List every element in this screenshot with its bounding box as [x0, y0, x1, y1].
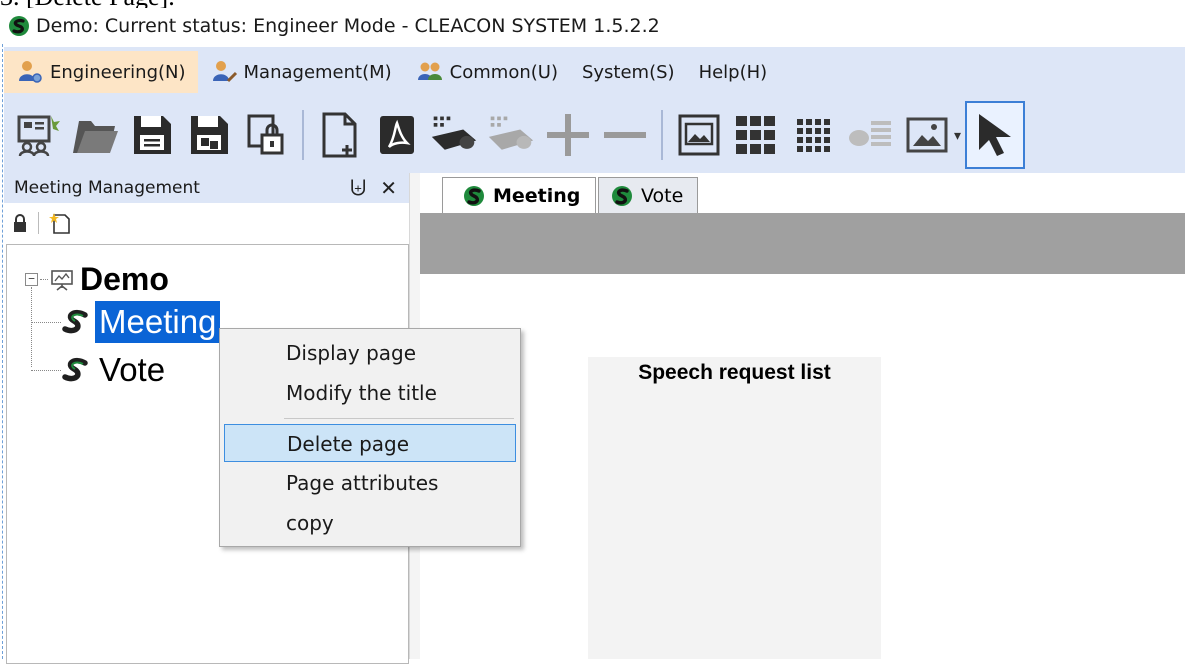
toolbar-separator — [302, 110, 304, 160]
projector-disabled-icon — [488, 116, 534, 150]
tree-connector — [31, 287, 32, 367]
cleacon-s-logo-icon — [9, 16, 29, 36]
cleacon-s-logo-icon — [612, 185, 632, 206]
menu-item-delete-page[interactable]: Delete page — [224, 424, 516, 462]
menu-common[interactable]: Common(U) — [404, 51, 570, 93]
grid-3x3-button[interactable] — [732, 108, 780, 162]
speech-request-list-panel[interactable]: Speech request list — [588, 357, 881, 659]
image-frame-icon — [678, 114, 720, 156]
border-guide — [2, 44, 3, 659]
grid-3x3-icon — [736, 116, 775, 154]
panel-toolbar — [4, 203, 411, 243]
menu-item-copy[interactable]: copy — [224, 504, 516, 542]
menu-bar: Engineering(N) Management(M) Common(U) S… — [4, 47, 1185, 97]
menu-label: Common(U) — [449, 61, 558, 83]
id-list-button[interactable] — [846, 108, 894, 162]
menu-item-modify-title[interactable]: Modify the title — [224, 374, 516, 412]
close-icon[interactable]: ✕ — [380, 176, 397, 201]
new-document-icon[interactable] — [49, 211, 71, 235]
projector-disabled-button[interactable] — [487, 108, 535, 162]
cleacon-s-logo-icon — [62, 357, 88, 382]
menu-label: Help(H) — [698, 61, 768, 83]
pdf-button[interactable] — [373, 108, 421, 162]
menu-label: Management(M) — [243, 61, 392, 83]
tab-label: Meeting — [493, 184, 581, 207]
tree-item-vote[interactable]: Vote — [61, 349, 169, 391]
conference-layout-icon — [17, 115, 60, 157]
panel-title: Meeting Management — [14, 178, 200, 198]
image-icon — [906, 117, 948, 153]
menu-label: Engineering(N) — [50, 61, 186, 83]
add-button[interactable] — [544, 108, 592, 162]
tab-meeting[interactable]: Meeting — [442, 177, 596, 213]
minus-icon — [604, 132, 646, 138]
tree-connector — [31, 370, 61, 371]
menu-help[interactable]: Help(H) — [687, 51, 780, 93]
open-folder-icon — [73, 121, 118, 153]
save-as-button[interactable] — [185, 108, 233, 162]
image-button[interactable] — [903, 108, 951, 162]
new-page-icon — [322, 112, 357, 158]
grid-4x4-button[interactable] — [789, 108, 837, 162]
menu-system[interactable]: System(S) — [570, 51, 687, 93]
page-header-strip — [420, 213, 1185, 274]
tree-item-label: Meeting — [95, 301, 221, 343]
tree-root-label: Demo — [80, 261, 169, 297]
context-menu: Display page Modify the title Delete pag… — [219, 328, 521, 547]
menu-engineering[interactable]: Engineering(N) — [4, 51, 198, 93]
tree-root-demo[interactable]: − Demo — [25, 261, 169, 298]
engineer-user-icon — [19, 61, 42, 83]
toolbar-separator — [661, 110, 663, 160]
cleacon-s-logo-icon — [62, 309, 88, 334]
chevron-down-icon[interactable]: ▾ — [954, 127, 961, 144]
pointer-tool-button[interactable] — [965, 101, 1026, 169]
users-group-icon — [417, 62, 442, 80]
menu-label: System(S) — [581, 61, 675, 83]
menu-separator — [284, 418, 514, 419]
menu-item-page-attributes[interactable]: Page attributes — [224, 464, 516, 502]
menu-item-display-page[interactable]: Display page — [224, 334, 516, 372]
pdf-icon — [380, 116, 414, 154]
window-title: Demo: Current status: Engineer Mode - CL… — [36, 15, 660, 37]
tree-item-label: Vote — [99, 351, 166, 388]
tree-connector — [31, 322, 61, 323]
projector-button[interactable] — [430, 108, 478, 162]
menu-management[interactable]: Management(M) — [198, 51, 404, 93]
toolbar: ▾ — [4, 97, 1185, 173]
pin-icon[interactable]: ⨄ — [350, 177, 366, 200]
lock-icon[interactable] — [12, 213, 28, 233]
open-folder-button[interactable] — [71, 108, 119, 162]
remove-button[interactable] — [601, 108, 649, 162]
tab-vote[interactable]: Vote — [598, 177, 698, 213]
new-page-button[interactable] — [316, 108, 364, 162]
save-button[interactable] — [128, 108, 176, 162]
meeting-management-panel-header: Meeting Management ⨄ ✕ — [4, 173, 411, 203]
save-icon — [134, 116, 171, 154]
collapse-toggle-icon[interactable]: − — [25, 273, 38, 286]
page-tabs: Meeting Vote — [420, 173, 1185, 214]
lock-page-button[interactable] — [242, 108, 290, 162]
grid-4x4-icon — [797, 119, 830, 152]
toolbar-separator — [38, 212, 39, 234]
projector-icon — [431, 116, 477, 150]
tree-item-meeting[interactable]: Meeting — [61, 301, 221, 343]
id-list-icon — [849, 121, 891, 146]
tree-connector — [40, 279, 48, 280]
plus-icon — [547, 114, 589, 156]
image-frame-button[interactable] — [675, 108, 723, 162]
tab-label: Vote — [641, 184, 684, 207]
lock-page-icon — [247, 114, 284, 155]
manager-user-icon — [212, 61, 237, 83]
title-bar: Demo: Current status: Engineer Mode - CL… — [0, 8, 1185, 44]
save-as-icon — [191, 116, 228, 154]
presentation-board-icon — [51, 269, 73, 291]
speech-list-title: Speech request list — [638, 361, 831, 384]
cleacon-s-logo-icon — [464, 185, 484, 206]
document-cut-text: 3. [Delete Page]. — [0, 0, 175, 8]
pointer-icon — [979, 114, 1012, 156]
conference-layout-button[interactable] — [14, 108, 62, 162]
